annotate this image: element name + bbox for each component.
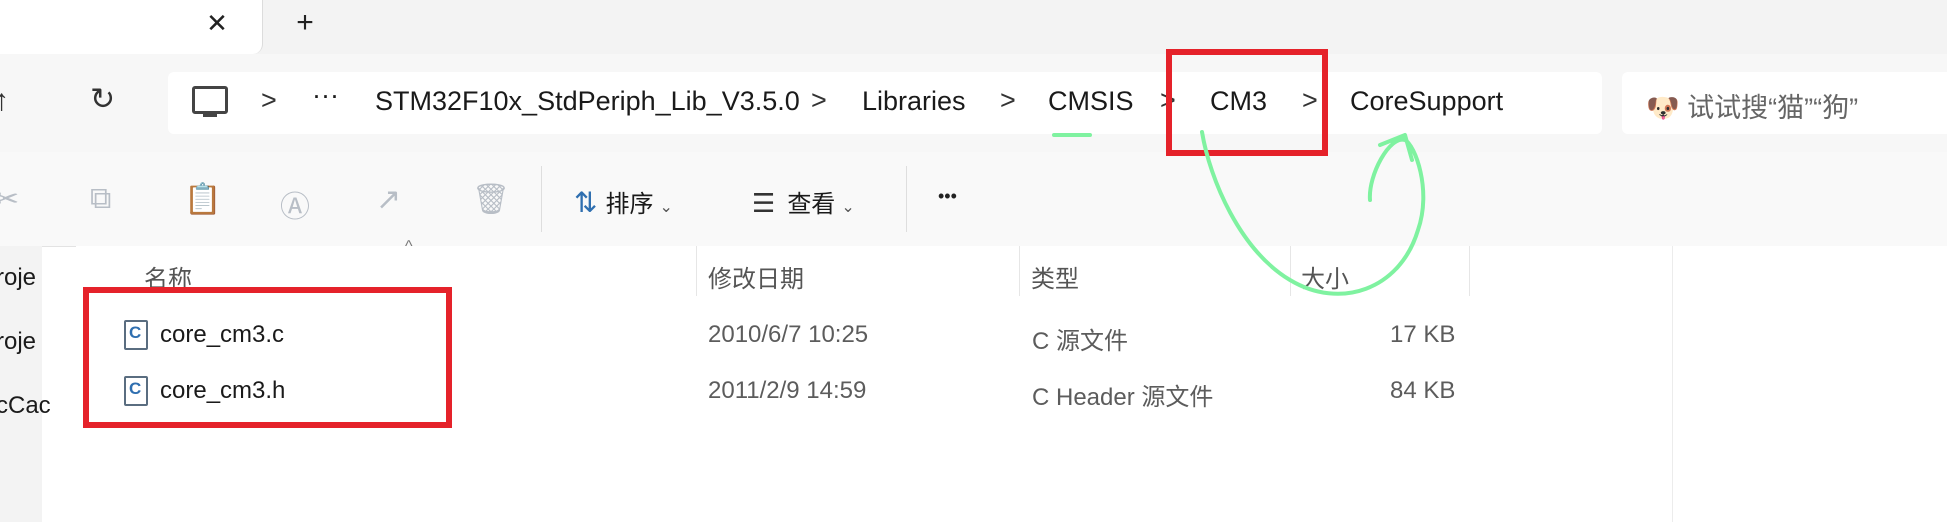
nav-pane-item[interactable]: roje [0, 328, 36, 356]
file-modified: 2010/6/7 10:25 [708, 321, 869, 348]
column-divider[interactable] [1469, 246, 1470, 296]
cut-icon[interactable]: ✂ [0, 182, 19, 217]
up-arrow-icon[interactable]: ↑ [0, 84, 9, 118]
column-divider[interactable] [696, 246, 697, 296]
file-type: C Header 源文件 [1032, 384, 1214, 411]
file-list-empty-area [1672, 246, 1947, 522]
this-pc-icon[interactable] [192, 86, 228, 114]
close-icon[interactable]: ✕ [200, 6, 234, 40]
paste-icon[interactable]: 📋 [184, 182, 221, 217]
toolbar-divider [906, 166, 907, 232]
breadcrumb-separator[interactable]: > [1000, 85, 1016, 116]
chevron-down-icon: ⌄ [659, 199, 673, 216]
file-type: C 源文件 [1032, 328, 1128, 355]
breadcrumb-ellipsis[interactable]: ··· [312, 80, 339, 111]
this-pc-icon-stand [203, 114, 217, 117]
file-size: 17 KB [1390, 321, 1456, 348]
search-placeholder: 试试搜“猫”“狗” [1687, 93, 1859, 123]
sort-label: 排序 [605, 191, 654, 218]
view-button[interactable]: ☰ 查看 ⌄ [752, 184, 855, 219]
annotation-green-underline [1052, 133, 1092, 137]
refresh-icon[interactable]: ↻ [90, 82, 115, 117]
breadcrumb-item-cmsis[interactable]: CMSIS [1048, 86, 1134, 117]
sort-button[interactable]: ⇅ 排序 ⌄ [574, 184, 673, 219]
breadcrumb-item-coresupport[interactable]: CoreSupport [1350, 86, 1503, 117]
breadcrumb-item-stm32-lib[interactable]: STM32F10x_StdPeriph_Lib_V3.5.0 [375, 86, 800, 117]
more-options-icon[interactable]: ••• [938, 186, 957, 207]
view-label: 查看 [787, 191, 836, 218]
view-icon: ☰ [752, 188, 776, 218]
annotation-red-box-files [83, 287, 452, 428]
sort-icon: ⇅ [574, 187, 598, 218]
search-input[interactable]: 🐶 试试搜“猫”“狗” [1646, 86, 1858, 125]
dog-emoji-icon: 🐶 [1646, 93, 1680, 123]
breadcrumb-item-libraries[interactable]: Libraries [862, 86, 966, 117]
breadcrumb-separator[interactable]: > [811, 85, 827, 116]
column-header-type[interactable]: 类型 [1031, 259, 1079, 294]
delete-icon[interactable]: 🗑 [472, 182, 510, 217]
rename-icon[interactable]: Ⓐ [280, 182, 310, 226]
column-header-modified[interactable]: 修改日期 [708, 259, 804, 294]
file-size: 84 KB [1390, 377, 1456, 404]
nav-pane-item[interactable]: roje [0, 264, 36, 292]
share-icon[interactable]: ↗ [376, 182, 401, 217]
copy-icon[interactable]: ⧉ [90, 182, 111, 216]
column-divider[interactable] [1019, 246, 1020, 296]
chevron-down-icon: ⌄ [841, 199, 855, 216]
sort-caret-icon: ^ [405, 238, 413, 255]
plus-icon[interactable]: + [288, 6, 322, 40]
toolbar-divider [541, 166, 542, 232]
annotation-green-arrow [1200, 130, 1426, 296]
nav-pane-item[interactable]: cCac [0, 392, 51, 420]
breadcrumb-separator[interactable]: > [261, 85, 277, 116]
file-modified: 2011/2/9 14:59 [708, 377, 867, 404]
